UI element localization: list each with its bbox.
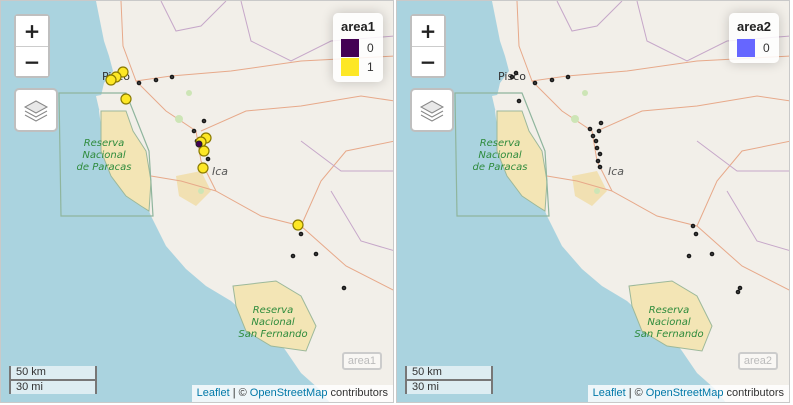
marker-point [136,80,142,86]
place-sanfernando-3: San Fernando [238,329,307,340]
marker-point [690,223,696,229]
group-badge: area1 [341,352,382,370]
place-paracas-1: Reserva [84,138,125,149]
marker-point [169,74,175,80]
layers-icon [419,100,445,122]
marker-point [191,128,197,134]
place-sanfernando-3: San Fernando [634,329,703,340]
marker-point [595,158,601,164]
scale-bar: 50 km 30 mi [405,366,493,394]
marker-point [105,74,117,86]
map-panel-area1[interactable]: Pisco Ica Reserva Nacional de Paracas Re… [0,0,394,403]
scale-mi: 30 mi [405,379,493,394]
osm-link[interactable]: OpenStreetMap [250,387,328,399]
place-sanfernando-1: Reserva [649,305,690,316]
group-badge: area2 [737,352,778,370]
marker-point [735,289,741,295]
attribution-sep: | [232,387,236,399]
marker-point [565,74,571,80]
place-paracas-2: Nacional [82,150,125,161]
marker-point [686,253,692,259]
attribution: Leaflet | © OpenStreetMap contributors [191,385,393,402]
marker-point [341,285,347,291]
scale-mi: 30 mi [9,379,97,394]
marker-point [197,162,209,174]
marker-point [195,140,203,148]
attribution: Leaflet | © OpenStreetMap contributors [587,385,789,402]
osm-link[interactable]: OpenStreetMap [646,387,724,399]
layers-control-button[interactable] [14,88,58,132]
zoom-out-button[interactable]: − [412,46,444,76]
marker-point [298,231,304,237]
legend-row: 0 [737,38,771,57]
marker-point [737,285,743,291]
attribution-contributors: contributors [330,387,388,399]
legend-row: 0 [341,38,375,57]
map-panel-area2[interactable]: Pisco Ica Reserva Nacional de Paracas Re… [396,0,790,403]
zoom-in-button[interactable]: + [16,16,48,46]
marker-point [120,93,132,105]
attribution-sep: | [628,387,632,399]
zoom-control: + − [14,14,50,78]
marker-point [153,77,159,83]
place-paracas-2: Nacional [478,150,521,161]
place-sanfernando-1: Reserva [253,305,294,316]
legend-swatch [341,57,360,76]
place-ica: Ica [212,165,228,178]
marker-point [290,253,296,259]
marker-point [205,156,211,162]
marker-point [709,251,715,257]
marker-point [516,98,522,104]
layers-icon [23,100,49,122]
legend-title: area2 [737,19,771,34]
attribution-copy: © [238,387,247,399]
attribution-copy: © [634,387,643,399]
zoom-control: + − [410,14,446,78]
legend-label: 1 [367,59,374,74]
place-paracas-1: Reserva [480,138,521,149]
legend-row: 1 [341,57,375,76]
marker-point [313,251,319,257]
marker-point [597,164,603,170]
marker-point [292,219,304,231]
legend-swatch [341,38,360,57]
marker-point [594,145,600,151]
place-sanfernando-2: Nacional [251,317,294,328]
legend-swatch [737,38,756,57]
layers-control-button[interactable] [410,88,454,132]
zoom-in-button[interactable]: + [412,16,444,46]
legend-label: 0 [763,40,770,55]
zoom-out-button[interactable]: − [16,46,48,76]
marker-point [509,74,515,80]
marker-point [198,145,210,157]
place-ica: Ica [608,165,624,178]
marker-point [513,70,519,76]
marker-point [596,128,602,134]
scale-bar: 50 km 30 mi [9,366,97,394]
marker-point [597,151,603,157]
marker-point [693,231,699,237]
marker-point [201,118,207,124]
marker-point [549,77,555,83]
marker-point [590,133,596,139]
marker-point [587,126,593,132]
legend-title: area1 [341,19,375,34]
legend-area2: area2 0 [729,13,779,63]
marker-point [593,138,599,144]
legend-area1: area1 0 1 [333,13,383,82]
legend-label: 0 [367,40,374,55]
place-paracas-3: de Paracas [473,162,528,173]
marker-point [532,80,538,86]
attribution-contributors: contributors [726,387,784,399]
place-sanfernando-2: Nacional [647,317,690,328]
place-paracas-3: de Paracas [77,162,132,173]
marker-point [598,120,604,126]
leaflet-link[interactable]: Leaflet [593,387,626,399]
leaflet-link[interactable]: Leaflet [197,387,230,399]
